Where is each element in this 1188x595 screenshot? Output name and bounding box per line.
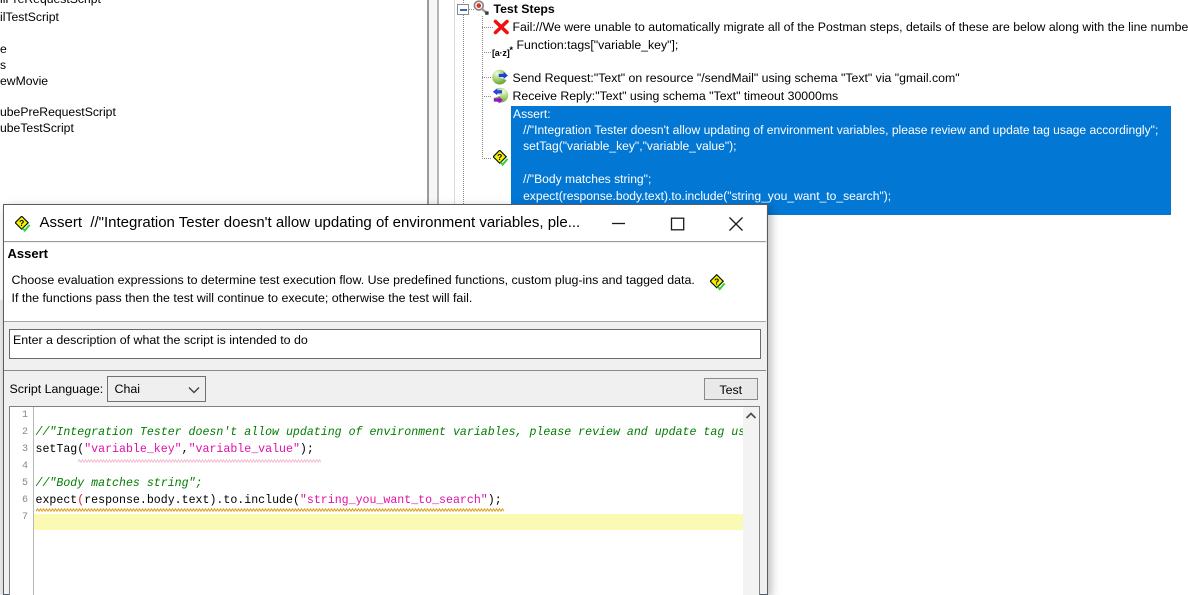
svg-text:?: ?	[714, 276, 719, 286]
svg-text:?: ?	[19, 218, 24, 228]
svg-text:?: ?	[497, 152, 502, 162]
